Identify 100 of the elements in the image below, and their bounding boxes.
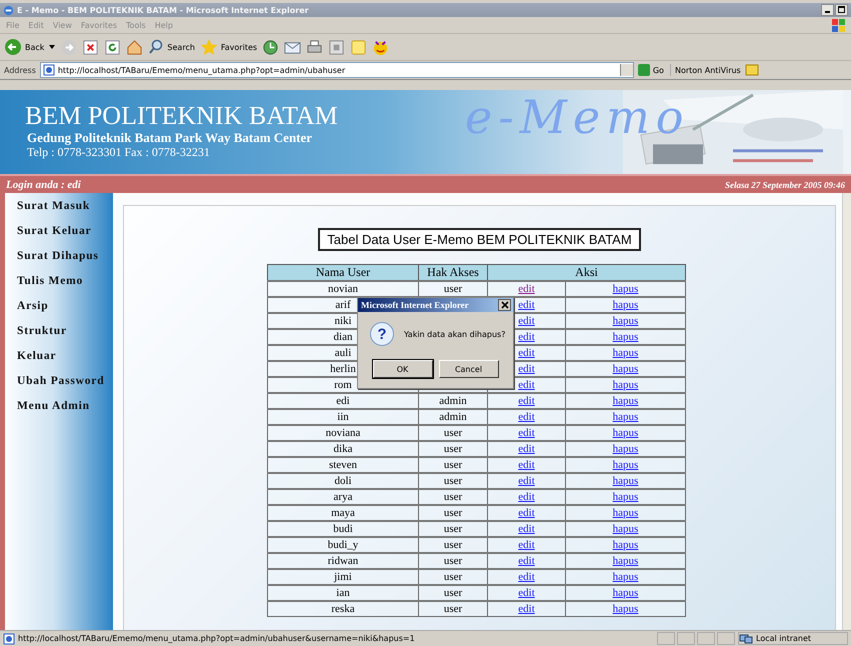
delete-link[interactable]: hapus: [612, 506, 638, 518]
messenger-icon[interactable]: [372, 38, 390, 56]
back-button[interactable]: Back: [4, 38, 44, 56]
delete-link[interactable]: hapus: [612, 426, 638, 438]
delete-link[interactable]: hapus: [612, 458, 638, 470]
table-cell: user: [444, 458, 462, 470]
edit-link[interactable]: edit: [518, 522, 535, 534]
delete-link[interactable]: hapus: [612, 474, 638, 486]
edit-link[interactable]: edit: [518, 570, 535, 582]
table-cell: steven: [328, 458, 358, 470]
address-label: Address: [4, 66, 36, 74]
edit-link[interactable]: edit: [518, 490, 535, 502]
edit-link[interactable]: edit: [518, 410, 535, 422]
star-icon: [200, 38, 218, 56]
window-title: E - Memo - BEM POLITEKNIK BATAM - Microsoft Internet Explorer: [17, 6, 309, 14]
table-cell: user: [444, 522, 462, 534]
edit-link[interactable]: edit: [518, 298, 535, 310]
page-icon: [3, 632, 15, 644]
edit-link[interactable]: edit: [518, 282, 535, 294]
sidebar-item[interactable]: Struktur: [5, 320, 113, 345]
delete-link[interactable]: hapus: [612, 410, 638, 422]
delete-link[interactable]: hapus: [612, 442, 638, 454]
stop-icon[interactable]: [82, 38, 100, 56]
delete-link[interactable]: hapus: [612, 362, 638, 374]
delete-link[interactable]: hapus: [612, 490, 638, 502]
sidebar-item[interactable]: Ubah Password: [5, 370, 113, 395]
caret-icon[interactable]: [49, 44, 56, 50]
edit-link[interactable]: edit: [518, 506, 535, 518]
sidebar-item[interactable]: Surat Dihapus: [5, 245, 113, 270]
table-cell: ian: [336, 586, 350, 598]
delete-link[interactable]: hapus: [612, 330, 638, 342]
table-cell: user: [444, 538, 462, 550]
site-address: Gedung Politeknik Batam Park Way Batam Center: [27, 130, 314, 145]
restore-button[interactable]: [835, 4, 848, 16]
delete-link[interactable]: hapus: [612, 346, 638, 358]
go-button[interactable]: Go: [638, 64, 671, 76]
table-cell: rom: [334, 378, 352, 390]
favorites-button[interactable]: Favorites: [200, 38, 258, 56]
minimize-button[interactable]: [821, 4, 834, 16]
edit-link[interactable]: edit: [518, 538, 535, 550]
edit-link[interactable]: edit: [518, 586, 535, 598]
sidebar-item[interactable]: Keluar: [5, 345, 113, 370]
delete-link[interactable]: hapus: [612, 570, 638, 582]
edit-link[interactable]: edit: [518, 330, 535, 342]
sidebar-item[interactable]: Tulis Memo: [5, 270, 113, 295]
edit-link[interactable]: edit: [518, 362, 535, 374]
sidebar-item[interactable]: Arsip: [5, 295, 113, 320]
table-cell: budi_y: [328, 538, 358, 550]
sidebar-item[interactable]: Surat Keluar: [5, 220, 113, 245]
table-cell: admin: [439, 394, 467, 406]
delete-link[interactable]: hapus: [612, 554, 638, 566]
page-icon: [42, 64, 55, 76]
history-icon[interactable]: [262, 38, 280, 56]
table-cell: user: [444, 570, 462, 582]
delete-link[interactable]: hapus: [612, 378, 638, 390]
login-text: Login anda : edi: [6, 178, 81, 190]
edit-link[interactable]: edit: [518, 602, 535, 614]
address-field[interactable]: http://localhost/TABaru/Ememo/menu_utama.php?opt=admin/ubahuser: [40, 62, 634, 78]
table-cell: novian: [328, 282, 358, 294]
dialog-button[interactable]: OK: [372, 360, 432, 378]
delete-link[interactable]: hapus: [612, 282, 638, 294]
edit-link[interactable]: edit: [518, 474, 535, 486]
edit-link[interactable]: edit: [518, 394, 535, 406]
delete-link[interactable]: hapus: [612, 298, 638, 310]
delete-link[interactable]: hapus: [612, 394, 638, 406]
scrollbar[interactable]: [842, 193, 851, 630]
table-cell: user: [444, 426, 462, 438]
table-cell: user: [444, 282, 462, 294]
delete-link[interactable]: hapus: [612, 586, 638, 598]
delete-link[interactable]: hapus: [612, 522, 638, 534]
table-cell: edi: [336, 394, 350, 406]
refresh-icon[interactable]: [104, 38, 122, 56]
home-icon[interactable]: [126, 38, 144, 56]
edit-link[interactable]: edit: [518, 314, 535, 326]
column-header: Hak Akses: [418, 264, 488, 281]
edit-link[interactable]: edit: [518, 554, 535, 566]
search-button[interactable]: Search: [148, 39, 195, 55]
question-icon: ?: [370, 322, 394, 346]
edit-link[interactable]: edit: [518, 458, 535, 470]
close-button[interactable]: [498, 299, 511, 311]
norton-button[interactable]: Norton AntiVirus: [674, 66, 741, 74]
delete-link[interactable]: hapus: [612, 314, 638, 326]
print-icon[interactable]: [306, 38, 324, 56]
dialog-button[interactable]: Cancel: [438, 360, 498, 378]
sidebar-item[interactable]: Surat Masuk: [5, 195, 113, 220]
edit-link[interactable]: edit: [518, 346, 535, 358]
table-cell: jimi: [334, 570, 352, 582]
dialog-title: Microsoft Internet Explorer: [361, 300, 469, 310]
table-cell: iin: [337, 410, 349, 422]
antivirus-icon[interactable]: [744, 63, 759, 77]
table-cell: niki: [334, 314, 352, 326]
table-cell: maya: [331, 506, 355, 518]
sidebar-item[interactable]: Menu Admin: [5, 395, 113, 420]
edit-link[interactable]: edit: [518, 426, 535, 438]
edit-link[interactable]: edit: [518, 442, 535, 454]
status-text: http://localhost/TABaru/Ememo/menu_utama.php?opt=admin/ubahuser&username=niki&hapus=1: [18, 634, 415, 643]
delete-link[interactable]: hapus: [612, 602, 638, 614]
edit-link[interactable]: edit: [518, 378, 535, 390]
table-cell: user: [444, 586, 462, 598]
delete-link[interactable]: hapus: [612, 538, 638, 550]
